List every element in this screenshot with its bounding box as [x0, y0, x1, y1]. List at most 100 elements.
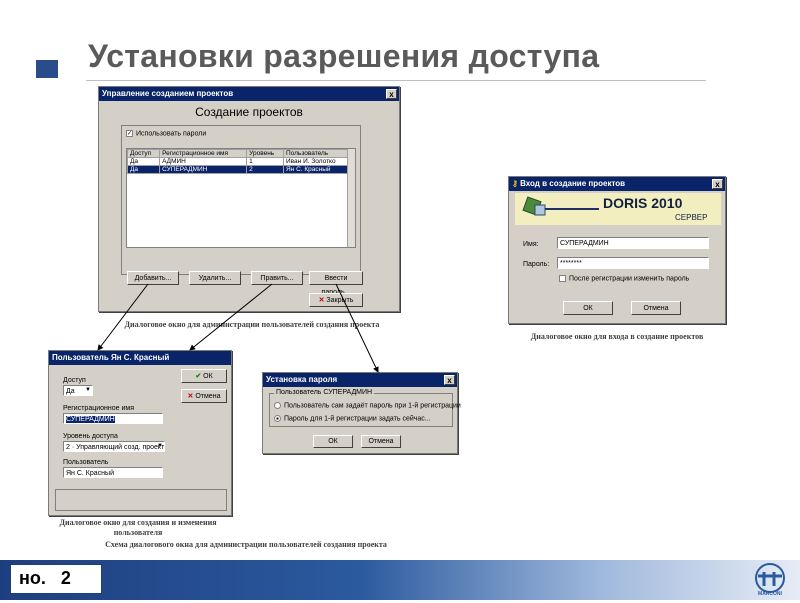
level-label: Уровень доступа	[63, 433, 118, 440]
table-cell: 2	[246, 165, 284, 174]
table-cell: Ян С. Красный	[283, 165, 351, 174]
password-field[interactable]: ********	[557, 257, 709, 269]
name-label: Имя:	[523, 241, 539, 248]
set-password-button[interactable]: Ввести пароль...	[309, 271, 363, 296]
admin-caption: Диалоговое окно для администрации пользо…	[124, 320, 380, 329]
slide-title: Установки разрешения доступа	[88, 38, 600, 74]
close-button[interactable]: ✕ Закрыть	[309, 293, 363, 307]
close-icon[interactable]: x	[444, 375, 455, 385]
password-option-2-label: Пароль для 1-й регистрации задать сейчас…	[284, 415, 431, 423]
user-window: Пользователь Ян С. Красный Доступ Да ▼ Ре…	[48, 350, 232, 516]
marconi-logo-icon: MARCONI	[744, 562, 796, 598]
admin-window-title: Управление созданием проектов	[102, 89, 234, 98]
users-table-container: Доступ Регистрационное имя Уровень Пользова…	[126, 148, 356, 248]
access-label: Доступ	[63, 377, 86, 384]
change-password-checkbox[interactable]: После регистрации изменить пароль	[559, 275, 689, 282]
radio-icon	[274, 402, 281, 409]
login-brand-sub: СЕРВЕР	[675, 213, 708, 222]
login-window: ⚷ Вход в создание проектов x DORIS 2010 …	[508, 176, 726, 324]
password-option-1-label: Пользователь сам задаёт пароль при 1-й р…	[284, 402, 461, 410]
admin-group: ✓ Использовать пароли Доступ Регистрационн…	[121, 125, 361, 275]
radio-selected-icon	[274, 415, 281, 422]
table-cell: Да	[127, 157, 161, 166]
edit-button[interactable]: Править...	[251, 271, 303, 285]
login-window-title: Вход в создание проектов	[520, 179, 626, 188]
page-number-box: но. 2	[10, 564, 102, 594]
close-button-label: Закрыть	[326, 297, 354, 304]
password-cancel-button[interactable]: Отмена	[361, 435, 401, 448]
password-group-label: Пользователь СУПЕРАДМИН	[274, 389, 375, 396]
user-ok-button[interactable]: ✔ ОК	[181, 369, 227, 383]
column-header[interactable]: Регистрационное имя	[159, 149, 248, 158]
table-row[interactable]: Да СУПЕРАДМИН 2 Ян С. Красный	[127, 165, 351, 174]
table-cell: 1	[246, 157, 284, 166]
logo-text: MARCONI	[758, 591, 782, 597]
table-cell: Иван И. Золотко	[283, 157, 351, 166]
password-option-2[interactable]: Пароль для 1-й регистрации задать сейчас…	[274, 415, 431, 422]
doris-logo-icon	[519, 195, 599, 223]
password-group: Пользователь СУПЕРАДМИН Пользователь сам…	[269, 389, 461, 427]
regname-value: СУПЕРАДМИН	[66, 416, 115, 423]
user-cancel-label: Отмена	[195, 393, 221, 400]
user-label: Пользователь	[63, 459, 109, 466]
footer-bar	[0, 560, 800, 600]
user-titlebar[interactable]: Пользователь Ян С. Красный	[49, 351, 231, 365]
access-select[interactable]: Да ▼	[63, 385, 93, 396]
regname-field[interactable]: СУПЕРАДМИН	[63, 413, 163, 424]
table-row[interactable]: Да АДМИН 1 Иван И. Золотко	[127, 157, 351, 166]
chevron-down-icon: ▼	[85, 387, 91, 393]
login-banner: DORIS 2010 СЕРВЕР	[515, 193, 721, 225]
password-ok-button[interactable]: ОК	[313, 435, 353, 448]
table-scrollbar[interactable]	[347, 149, 355, 247]
login-cancel-button[interactable]: Отмена	[631, 301, 681, 315]
admin-window: Управление созданием проектов x Создание…	[98, 86, 400, 312]
password-label: Пароль:	[523, 261, 550, 268]
access-value: Да	[66, 388, 75, 395]
regname-label: Регистрационное имя	[63, 405, 134, 412]
password-window: Установка пароля x Пользователь СУПЕРАДМ…	[262, 372, 461, 454]
user-caption: Диалоговое окно для создания и изменения…	[59, 518, 217, 537]
table-cell: СУПЕРАДМИН	[159, 165, 248, 174]
admin-heading: Создание проектов	[195, 105, 303, 119]
use-passwords-checkbox[interactable]: ✓ Использовать пароли	[126, 130, 206, 137]
key-icon: ⚷	[512, 179, 518, 188]
column-header[interactable]: Доступ	[127, 149, 161, 158]
checkmark-icon: ✔	[195, 373, 204, 380]
name-field[interactable]: СУПЕРАДМИН	[557, 237, 709, 249]
login-brand: DORIS 2010	[603, 195, 683, 211]
add-button[interactable]: Добавить...	[127, 271, 179, 285]
delete-button[interactable]: Удалить...	[189, 271, 241, 285]
login-caption: Диалоговое окно для входа в создание про…	[530, 332, 704, 341]
checkbox-icon	[559, 275, 566, 282]
user-window-title: Пользователь Ян С. Красный	[52, 353, 170, 362]
column-header[interactable]: Уровень	[246, 149, 284, 158]
use-passwords-label: Использовать пароли	[136, 130, 207, 138]
password-titlebar[interactable]: Установка пароля x	[263, 373, 457, 387]
password-window-title: Установка пароля	[266, 375, 338, 384]
login-titlebar[interactable]: ⚷ Вход в создание проектов x	[509, 177, 725, 191]
level-value: 2 · Управляющий созд. проект	[66, 444, 165, 451]
user-cancel-button[interactable]: ✕ Отмена	[181, 389, 227, 403]
close-icon[interactable]: x	[712, 179, 723, 189]
checkbox-icon: ✓	[126, 130, 133, 137]
page-label: но.	[19, 568, 46, 588]
password-option-1[interactable]: Пользователь сам задаёт пароль при 1-й р…	[274, 402, 461, 409]
user-ok-label: ОК	[203, 373, 213, 380]
table-cell: Да	[127, 165, 161, 174]
user-status-panel	[55, 489, 227, 511]
admin-heading-panel: Создание проектов	[179, 101, 319, 123]
close-icon[interactable]: x	[386, 89, 397, 99]
login-ok-button[interactable]: ОК	[563, 301, 613, 315]
chevron-down-icon: ▼	[157, 443, 163, 449]
change-password-label: После регистрации изменить пароль	[569, 275, 690, 283]
table-cell: АДМИН	[159, 157, 248, 166]
admin-titlebar[interactable]: Управление созданием проектов x	[99, 87, 399, 101]
column-header[interactable]: Пользователь	[283, 149, 351, 158]
title-bullet-icon	[36, 60, 58, 78]
scheme-caption: Схема диалогового окна для администрации…	[105, 540, 387, 549]
users-table: Доступ Регистрационное имя Уровень Пользова…	[127, 149, 351, 174]
level-select[interactable]: 2 · Управляющий созд. проект ▼	[63, 441, 165, 452]
page-number: 2	[60, 568, 71, 588]
title-divider	[86, 80, 706, 81]
user-field[interactable]: Ян С. Красный	[63, 467, 163, 478]
